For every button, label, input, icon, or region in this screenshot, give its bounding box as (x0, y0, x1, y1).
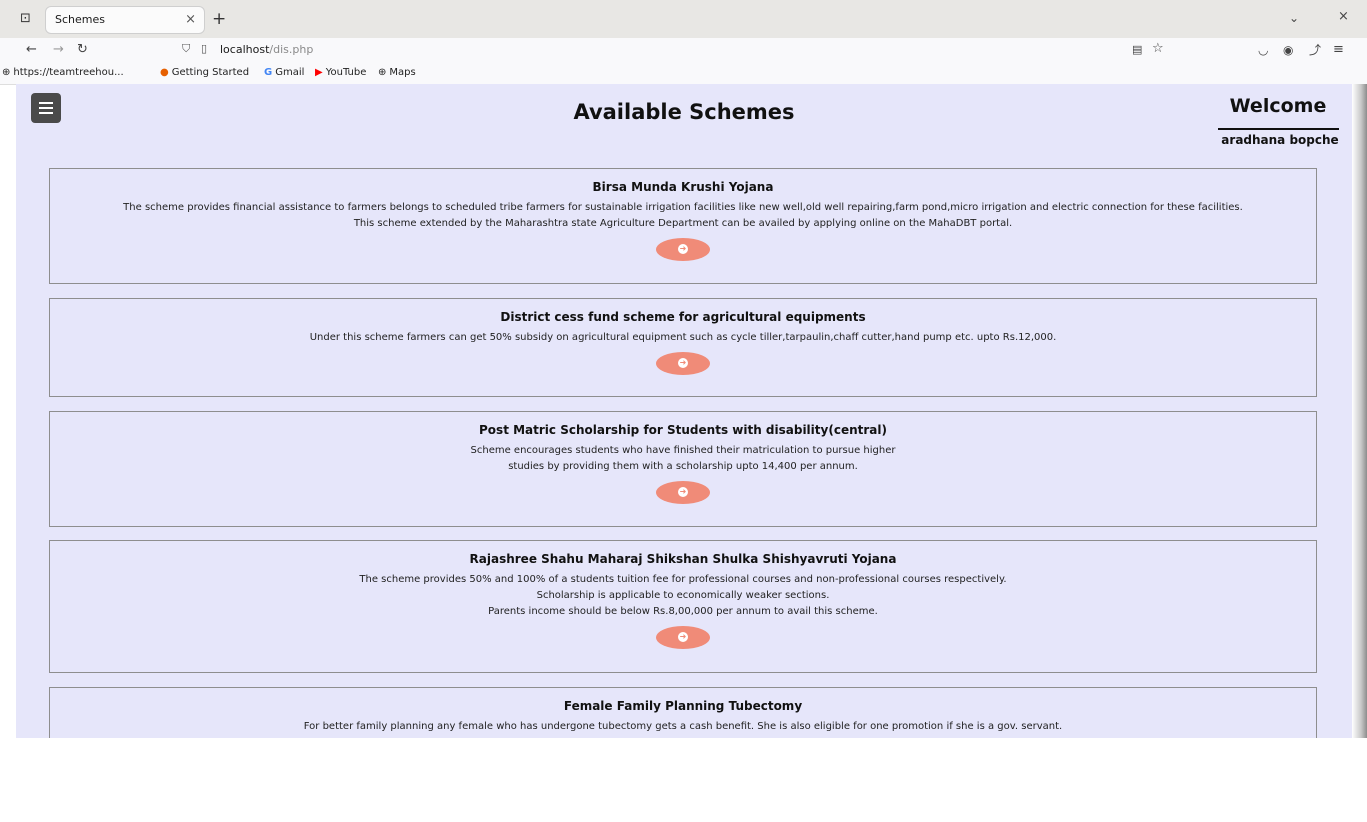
bookmarks-bar: ⊕ https://teamtreehou... ● Getting Started… (0, 62, 1367, 85)
url-text[interactable]: localhost/dis.php (220, 43, 313, 56)
scheme-description: The scheme provides 50% and 100% of a st… (50, 572, 1316, 620)
window-edge (1352, 84, 1367, 738)
url-bar[interactable]: ⛉ ▯ localhost/dis.php ▤ ☆ (170, 39, 1180, 61)
view-scheme-button[interactable]: ➜ (656, 238, 710, 261)
scheme-card: Female Family Planning Tubectomy For bet… (49, 687, 1317, 738)
scheme-description: For better family planning any female wh… (50, 719, 1316, 735)
firefox-icon: ● (160, 67, 169, 78)
bookmark-item[interactable]: ⊕ Maps (378, 67, 416, 78)
reader-view-icon[interactable]: ▤ (1132, 42, 1142, 58)
tab-schemes[interactable]: Schemes × (46, 7, 204, 33)
globe-icon: ⊕ (378, 67, 387, 78)
scheme-title: District cess fund scheme for agricultur… (500, 310, 866, 324)
navigation-bar: ← → ↻ ⛉ ▯ localhost/dis.php ▤ ☆ ◡ ◉ ⤴ ≡ (0, 38, 1367, 62)
globe-icon: ⊕ (2, 67, 11, 78)
hamburger-menu-icon[interactable]: ≡ (1333, 42, 1344, 58)
chevron-down-icon[interactable]: ⌄ (1289, 11, 1299, 25)
view-scheme-button[interactable]: ➜ (656, 626, 710, 649)
scheme-card: Birsa Munda Krushi Yojana The scheme pro… (49, 168, 1317, 284)
scheme-description: The scheme provides financial assistance… (50, 200, 1316, 232)
scheme-description-line: Scholarship is applicable to economicall… (536, 590, 830, 601)
scheme-card: Post Matric Scholarship for Students wit… (49, 411, 1317, 527)
scheme-description-line: Parents income should be below Rs.8,00,0… (488, 606, 878, 617)
divider (1218, 128, 1339, 130)
new-tab-icon[interactable]: + (212, 9, 226, 29)
back-icon[interactable]: ← (26, 42, 37, 58)
bookmark-label: Getting Started (171, 67, 250, 78)
scheme-card: Rajashree Shahu Maharaj Shikshan Shulka … (49, 540, 1317, 673)
url-path: /dis.php (269, 43, 314, 56)
scheme-title: Female Family Planning Tubectomy (563, 699, 803, 713)
tab-title: Schemes (55, 13, 105, 26)
bookmark-item[interactable]: G Gmail (264, 67, 304, 78)
tab-bar: ⊡ Schemes × + ⌄ × (0, 0, 1367, 38)
bookmark-label: https://teamtreehou... (13, 67, 124, 78)
bookmark-label: YouTube (325, 67, 367, 78)
scheme-title: Birsa Munda Krushi Yojana (592, 180, 774, 194)
arrow-right-icon: ➜ (678, 632, 688, 642)
youtube-icon: ▶ (315, 67, 323, 78)
scheme-description-line: For better family planning any female wh… (303, 721, 1063, 732)
bookmark-item[interactable]: ● Getting Started (160, 67, 249, 78)
arrow-right-icon: ➜ (678, 358, 688, 368)
scheme-description-line: Under this scheme farmers can get 50% su… (309, 332, 1057, 343)
window-close-icon[interactable]: × (1338, 9, 1349, 24)
arrow-right-icon: ➜ (678, 244, 688, 254)
scheme-description-line: This scheme extended by the Maharashtra … (353, 218, 1013, 229)
tab-close-icon[interactable]: × (185, 12, 196, 27)
page-icon[interactable]: ▯ (201, 42, 207, 55)
scheme-description: Under this scheme farmers can get 50% su… (50, 330, 1316, 346)
scheme-title: Rajashree Shahu Maharaj Shikshan Shulka … (469, 552, 897, 566)
view-scheme-button[interactable]: ➜ (656, 481, 710, 504)
username: aradhana bopche (1221, 133, 1339, 147)
tab-list-icon[interactable]: ⊡ (20, 12, 34, 26)
scheme-card: District cess fund scheme for agricultur… (49, 298, 1317, 397)
welcome-heading: Welcome (1229, 95, 1327, 117)
scheme-description-line: The scheme provides financial assistance… (123, 202, 1243, 213)
bookmark-item[interactable]: ⊕ https://teamtreehou... (2, 67, 124, 78)
forward-icon[interactable]: → (53, 42, 64, 58)
scheme-description-line: Scheme encourages students who have fini… (470, 445, 896, 456)
url-host: localhost (220, 43, 270, 56)
account-icon[interactable]: ◉ (1283, 42, 1293, 58)
arrow-right-icon: ➜ (678, 487, 688, 497)
scheme-description-line: The scheme provides 50% and 100% of a st… (359, 574, 1007, 585)
extensions-icon[interactable]: ⤴ (1309, 42, 1321, 58)
page-content: Available Schemes Welcome aradhana bopch… (16, 84, 1352, 738)
scheme-title: Post Matric Scholarship for Students wit… (479, 423, 887, 437)
bookmark-label: Gmail (275, 67, 305, 78)
view-scheme-button[interactable]: ➜ (656, 352, 710, 375)
shield-icon[interactable]: ⛉ (182, 42, 190, 56)
bookmark-item[interactable]: ▶ YouTube (315, 67, 366, 78)
scheme-description: Scheme encourages students who have fini… (50, 443, 1316, 475)
google-icon: G (264, 67, 273, 78)
page-title: Available Schemes (573, 100, 795, 124)
bookmark-label: Maps (389, 67, 416, 78)
reload-icon[interactable]: ↻ (77, 42, 88, 58)
scheme-description-line: studies by providing them with a scholar… (508, 461, 858, 472)
pocket-icon[interactable]: ◡ (1258, 42, 1268, 58)
bookmark-star-icon[interactable]: ☆ (1152, 41, 1164, 57)
